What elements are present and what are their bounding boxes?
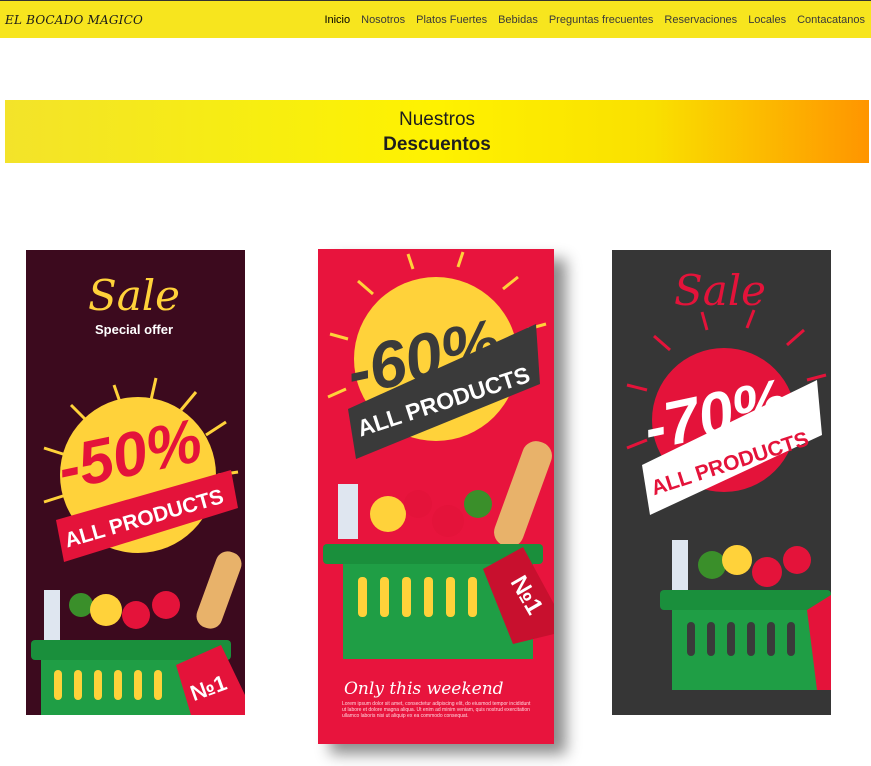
navbar: EL BOCADO MAGICO Inicio Nosotros Platos … xyxy=(0,0,871,38)
nav-link-locales[interactable]: Locales xyxy=(748,14,786,26)
sale-heading: Sale xyxy=(674,266,766,315)
special-offer-text: Special offer xyxy=(95,322,173,337)
promo-image-50: Sale Special offer -50% ALL PRODUCTS №1 xyxy=(26,250,245,715)
sale-heading: Sale xyxy=(88,271,180,320)
promo-image-70: Sale -70% ALL PRODUCTS xyxy=(612,250,831,715)
promo-image-60: -60% ALL PRODUCTS №1 Only this weekend L… xyxy=(318,249,554,744)
only-this-weekend-text: Only this weekend xyxy=(344,679,504,699)
discounts-banner: Nuestros Descuentos xyxy=(5,100,869,163)
brand-logo[interactable]: EL BOCADO MAGICO xyxy=(5,13,143,27)
promo-card-70[interactable]: Sale -70% ALL PRODUCTS xyxy=(612,250,831,715)
banner-title-line2: Descuentos xyxy=(383,133,491,155)
nav-menu: Inicio Nosotros Platos Fuertes Bebidas P… xyxy=(324,14,865,26)
nav-link-bebidas[interactable]: Bebidas xyxy=(498,14,538,26)
nav-link-preguntas-frecuentes[interactable]: Preguntas frecuentes xyxy=(549,14,654,26)
nav-link-platos-fuertes[interactable]: Platos Fuertes xyxy=(416,14,487,26)
nav-link-contactanos[interactable]: Contacatanos xyxy=(797,14,865,26)
promo-card-50[interactable]: Sale Special offer -50% ALL PRODUCTS №1 xyxy=(26,250,245,715)
banner-title-line1: Nuestros xyxy=(398,108,476,130)
fine-print: Lorem ipsum dolor sit amet, consectetur … xyxy=(342,701,530,719)
nav-link-nosotros[interactable]: Nosotros xyxy=(361,14,405,26)
grocery-basket-illustration xyxy=(660,540,831,690)
nav-link-reservaciones[interactable]: Reservaciones xyxy=(664,14,737,26)
promo-card-60[interactable]: -60% ALL PRODUCTS №1 Only this weekend L… xyxy=(318,249,554,744)
nav-link-inicio[interactable]: Inicio xyxy=(324,14,350,26)
